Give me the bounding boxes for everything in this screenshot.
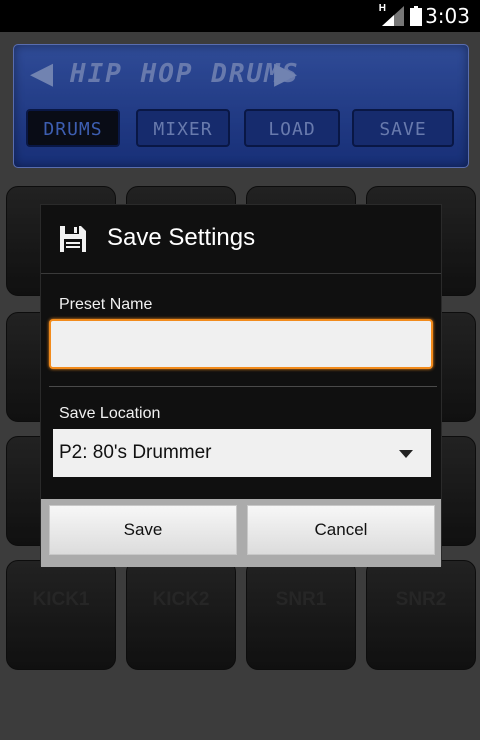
cancel-button[interactable]: Cancel xyxy=(247,505,435,555)
divider xyxy=(41,273,441,274)
preset-name-input[interactable] xyxy=(49,319,433,369)
floppy-disk-icon xyxy=(60,226,86,252)
preset-name-label: Preset Name xyxy=(59,296,153,313)
battery-icon xyxy=(410,6,422,26)
save-settings-dialog: Save Settings Preset Name Save Location … xyxy=(40,204,442,567)
save-location-label: Save Location xyxy=(59,405,161,422)
save-button[interactable]: Save xyxy=(49,505,237,555)
status-bar: H 3:03 xyxy=(0,0,480,32)
dropdown-arrow-icon xyxy=(399,450,413,458)
dialog-button-bar: Save Cancel xyxy=(41,499,441,567)
signal-icon xyxy=(382,6,404,26)
dialog-title: Save Settings xyxy=(107,224,256,251)
dialog-header: Save Settings xyxy=(41,205,441,273)
clock: 3:03 xyxy=(425,4,470,28)
divider xyxy=(49,386,437,387)
save-location-value: P2: 80's Drummer xyxy=(59,442,212,463)
save-location-select[interactable]: P2: 80's Drummer xyxy=(53,429,431,477)
